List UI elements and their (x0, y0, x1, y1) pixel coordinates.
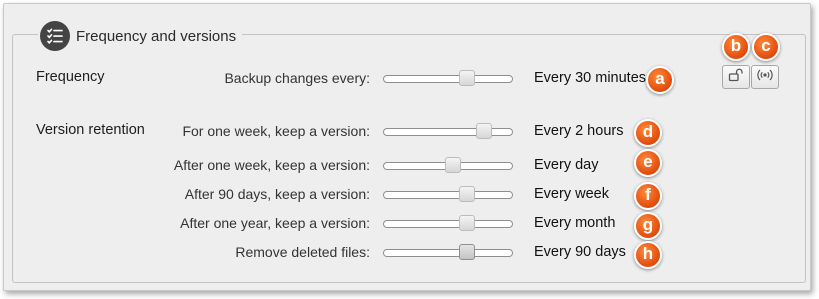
retention-label: Remove deleted files: (235, 244, 370, 260)
retention-row-after-90-days: After 90 days, keep a version: Every wee… (0, 183, 819, 207)
retention-value: Every 2 hours (534, 123, 624, 139)
callout-marker-e: e (634, 149, 662, 177)
slider-track (383, 75, 513, 83)
slider-track (383, 191, 513, 199)
backup-frequency-value: Every 30 minutes (534, 70, 647, 86)
callout-marker-a: a (646, 66, 674, 94)
backup-frequency-slider[interactable] (383, 70, 513, 86)
slider-track (383, 220, 513, 228)
slider-track (383, 249, 513, 257)
retention-label: For one week, keep a version: (182, 123, 370, 139)
retention-row-after-one-week: After one week, keep a version: Every da… (0, 154, 819, 178)
retention-row-one-week: For one week, keep a version: Every 2 ho… (0, 120, 819, 144)
slider-thumb[interactable] (444, 157, 461, 173)
slider-thumb[interactable] (459, 215, 476, 231)
retention-slider-after-one-year[interactable] (383, 215, 513, 231)
slider-thumb[interactable] (459, 244, 476, 260)
slider-thumb[interactable] (459, 70, 476, 86)
checklist-icon (40, 21, 70, 51)
retention-value: Every 90 days (534, 244, 626, 260)
slider-thumb[interactable] (459, 186, 476, 202)
slider-track (383, 128, 513, 136)
broadcast-icon (756, 68, 774, 87)
retention-value: Every month (534, 215, 616, 231)
retention-label: After 90 days, keep a version: (184, 186, 370, 202)
unlock-icon (728, 68, 744, 87)
retention-value: Every day (534, 157, 599, 173)
slider-thumb[interactable] (476, 123, 493, 139)
callout-marker-d: d (634, 119, 662, 147)
callout-marker-h: h (634, 241, 662, 269)
callout-marker-f: f (634, 182, 662, 210)
group-legend: Frequency and versions (38, 19, 243, 53)
unlock-button[interactable] (722, 65, 750, 89)
remove-deleted-files-row: Remove deleted files: Every 90 days (0, 241, 819, 265)
retention-slider-after-one-week[interactable] (383, 157, 513, 173)
callout-marker-b: b (722, 33, 750, 61)
backup-frequency-label: Backup changes every: (224, 70, 370, 86)
retention-slider-one-week[interactable] (383, 123, 513, 139)
retention-row-after-one-year: After one year, keep a version: Every mo… (0, 212, 819, 236)
retention-value: Every week (534, 186, 609, 202)
broadcast-button[interactable] (751, 65, 779, 89)
retention-label: After one year, keep a version: (180, 215, 370, 231)
group-title: Frequency and versions (76, 27, 237, 45)
retention-label: After one week, keep a version: (173, 157, 370, 173)
retention-slider-after-90-days[interactable] (383, 186, 513, 202)
backup-frequency-row: Backup changes every: Every 30 minutes (0, 67, 819, 91)
remove-deleted-files-slider[interactable] (383, 244, 513, 260)
callout-marker-g: g (634, 212, 662, 240)
callout-marker-c: c (752, 33, 780, 61)
